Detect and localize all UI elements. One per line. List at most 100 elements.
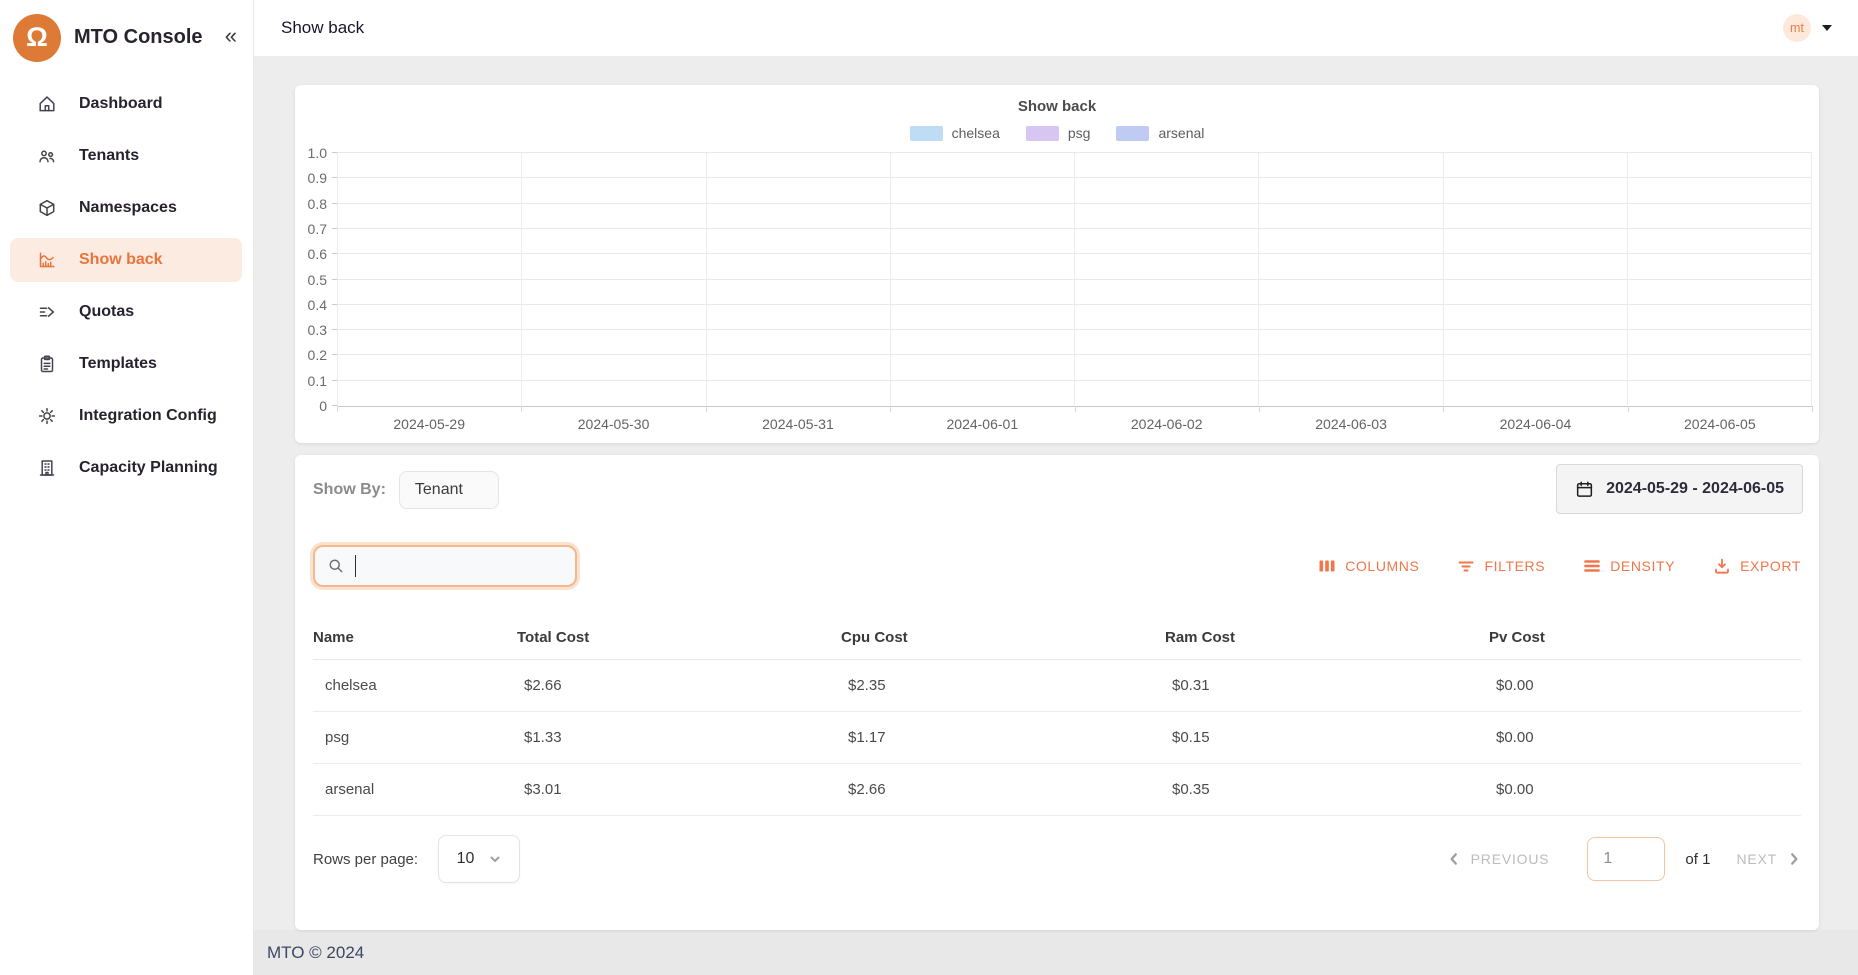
- chart-category-column: [1259, 153, 1443, 406]
- sidebar-menu: Dashboard Tenants Namespaces Show back: [0, 82, 253, 498]
- x-tick-label: 2024-05-30: [521, 416, 705, 432]
- sidebar-item-show-back[interactable]: Show back: [10, 238, 242, 282]
- chart-category-column: [1444, 153, 1628, 406]
- x-tick-mark: [1075, 406, 1076, 412]
- page-number-input[interactable]: [1587, 837, 1665, 881]
- cube-icon: [37, 198, 57, 218]
- topbar: Show back mt: [254, 0, 1858, 57]
- legend-label: psg: [1068, 125, 1091, 141]
- next-page-button[interactable]: NEXT: [1736, 851, 1801, 867]
- building-icon: [37, 458, 57, 478]
- footer-copyright: MTO © 2024: [267, 943, 364, 963]
- page-title: Show back: [281, 18, 364, 38]
- sidebar-item-capacity-planning[interactable]: Capacity Planning: [10, 446, 242, 490]
- users-icon: [37, 146, 57, 166]
- controls-row: Show By: Tenant 2024-05-29 - 2024-06-05: [313, 455, 1801, 510]
- columns-button[interactable]: COLUMNS: [1318, 557, 1419, 575]
- x-tick-label: 2024-06-04: [1443, 416, 1627, 432]
- legend-swatch: [910, 126, 943, 141]
- x-tick-mark: [1812, 406, 1813, 412]
- sidebar-item-dashboard[interactable]: Dashboard: [10, 82, 242, 126]
- sidebar-item-namespaces[interactable]: Namespaces: [10, 186, 242, 230]
- x-tick-mark: [706, 406, 707, 412]
- legend-item-arsenal[interactable]: arsenal: [1116, 125, 1204, 141]
- density-icon: [1583, 557, 1601, 575]
- x-tick-mark: [521, 406, 522, 412]
- table-row[interactable]: psg $1.33 $1.17 $0.15 $0.00: [313, 712, 1801, 764]
- sidebar-item-templates[interactable]: Templates: [10, 342, 242, 386]
- legend-item-chelsea[interactable]: chelsea: [910, 125, 1000, 141]
- sidebar-header: Ω MTO Console «: [0, 0, 253, 66]
- sidebar-item-tenants[interactable]: Tenants: [10, 134, 242, 178]
- rows-per-page-select[interactable]: 10: [438, 835, 520, 883]
- y-tick-label: 0.3: [308, 322, 327, 338]
- table-toolbar: COLUMNS FILTERS DENSITY EXPORT: [1318, 557, 1801, 575]
- sidebar-item-quotas[interactable]: Quotas: [10, 290, 242, 334]
- legend-swatch: [1116, 126, 1149, 141]
- home-icon: [37, 94, 57, 114]
- x-tick-label: 2024-06-03: [1259, 416, 1443, 432]
- legend-item-psg[interactable]: psg: [1026, 125, 1091, 141]
- y-tick-label: 1.0: [308, 145, 327, 161]
- chart-category-column: [522, 153, 706, 406]
- footer: MTO © 2024: [254, 930, 1858, 975]
- sidebar-collapse-icon[interactable]: «: [225, 25, 237, 51]
- column-header-name[interactable]: Name: [313, 629, 517, 646]
- sidebar-item-integration-config[interactable]: Integration Config: [10, 394, 242, 438]
- page: Ω MTO Console « Dashboard Tenants: [0, 0, 1858, 975]
- y-tick-label: 0.4: [308, 297, 327, 313]
- page-count-label: of 1: [1685, 851, 1710, 868]
- chart-columns: [337, 153, 1812, 406]
- search-box[interactable]: [313, 545, 577, 587]
- y-tick-label: 0: [319, 398, 327, 414]
- user-avatar[interactable]: mt: [1783, 14, 1811, 42]
- column-header-ram-cost[interactable]: Ram Cost: [1165, 629, 1489, 646]
- y-tick-label: 0.9: [308, 170, 327, 186]
- export-button[interactable]: EXPORT: [1713, 557, 1801, 575]
- chart-icon: [37, 250, 57, 270]
- x-tick-label: 2024-05-31: [706, 416, 890, 432]
- date-range-value: 2024-05-29 - 2024-06-05: [1606, 480, 1784, 498]
- user-menu-caret-icon[interactable]: [1822, 25, 1832, 31]
- chart-plot-wrap: 00.10.20.30.40.50.60.70.80.91.0 2024-05-…: [337, 153, 1812, 432]
- x-tick-mark: [337, 406, 338, 412]
- x-tick-mark: [1628, 406, 1629, 412]
- clipboard-icon: [37, 354, 57, 374]
- table-row[interactable]: arsenal $3.01 $2.66 $0.35 $0.00: [313, 764, 1801, 816]
- search-input[interactable]: [355, 555, 563, 577]
- calendar-icon: [1575, 480, 1594, 499]
- y-tick-label: 0.6: [308, 246, 327, 262]
- x-tick-mark: [1259, 406, 1260, 412]
- show-by-select[interactable]: Tenant: [399, 471, 499, 509]
- pager: PREVIOUS of 1 NEXT: [1447, 837, 1801, 881]
- chart-legend: chelsea psg arsenal: [295, 125, 1819, 141]
- column-header-total-cost[interactable]: Total Cost: [517, 629, 841, 646]
- chart-plot: 00.10.20.30.40.50.60.70.80.91.0: [337, 153, 1812, 407]
- y-tick-label: 0.8: [308, 196, 327, 212]
- content: Show back chelseapsgarsenal 00.10.20.30.…: [254, 57, 1858, 930]
- density-button[interactable]: DENSITY: [1583, 557, 1675, 575]
- rows-per-page-label: Rows per page:: [313, 851, 418, 868]
- gear-icon: [37, 406, 57, 426]
- chevron-down-icon: [489, 853, 501, 865]
- date-range-picker[interactable]: 2024-05-29 - 2024-06-05: [1556, 464, 1803, 514]
- chart-category-column: [707, 153, 891, 406]
- pagination-row: Rows per page: 10 PREVIOUS of 1 NEX: [313, 835, 1801, 883]
- table-row[interactable]: chelsea $2.66 $2.35 $0.31 $0.00: [313, 660, 1801, 712]
- chart-category-column: [337, 153, 522, 406]
- filter-icon: [1457, 557, 1475, 575]
- column-header-cpu-cost[interactable]: Cpu Cost: [841, 629, 1165, 646]
- legend-swatch: [1026, 126, 1059, 141]
- y-tick-label: 0.7: [308, 221, 327, 237]
- previous-page-button[interactable]: PREVIOUS: [1447, 851, 1550, 867]
- filters-button[interactable]: FILTERS: [1457, 557, 1545, 575]
- mto-logo-icon: Ω: [13, 14, 61, 62]
- download-icon: [1713, 557, 1731, 575]
- y-tick-label: 0.5: [308, 272, 327, 288]
- chart-category-column: [1075, 153, 1259, 406]
- x-tick-label: 2024-05-29: [337, 416, 521, 432]
- chart-category-column: [1628, 153, 1812, 406]
- column-header-pv-cost[interactable]: Pv Cost: [1489, 629, 1801, 646]
- chart-x-labels: 2024-05-292024-05-302024-05-312024-06-01…: [337, 416, 1812, 432]
- table-header-row: Name Total Cost Cpu Cost Ram Cost Pv Cos…: [313, 615, 1801, 660]
